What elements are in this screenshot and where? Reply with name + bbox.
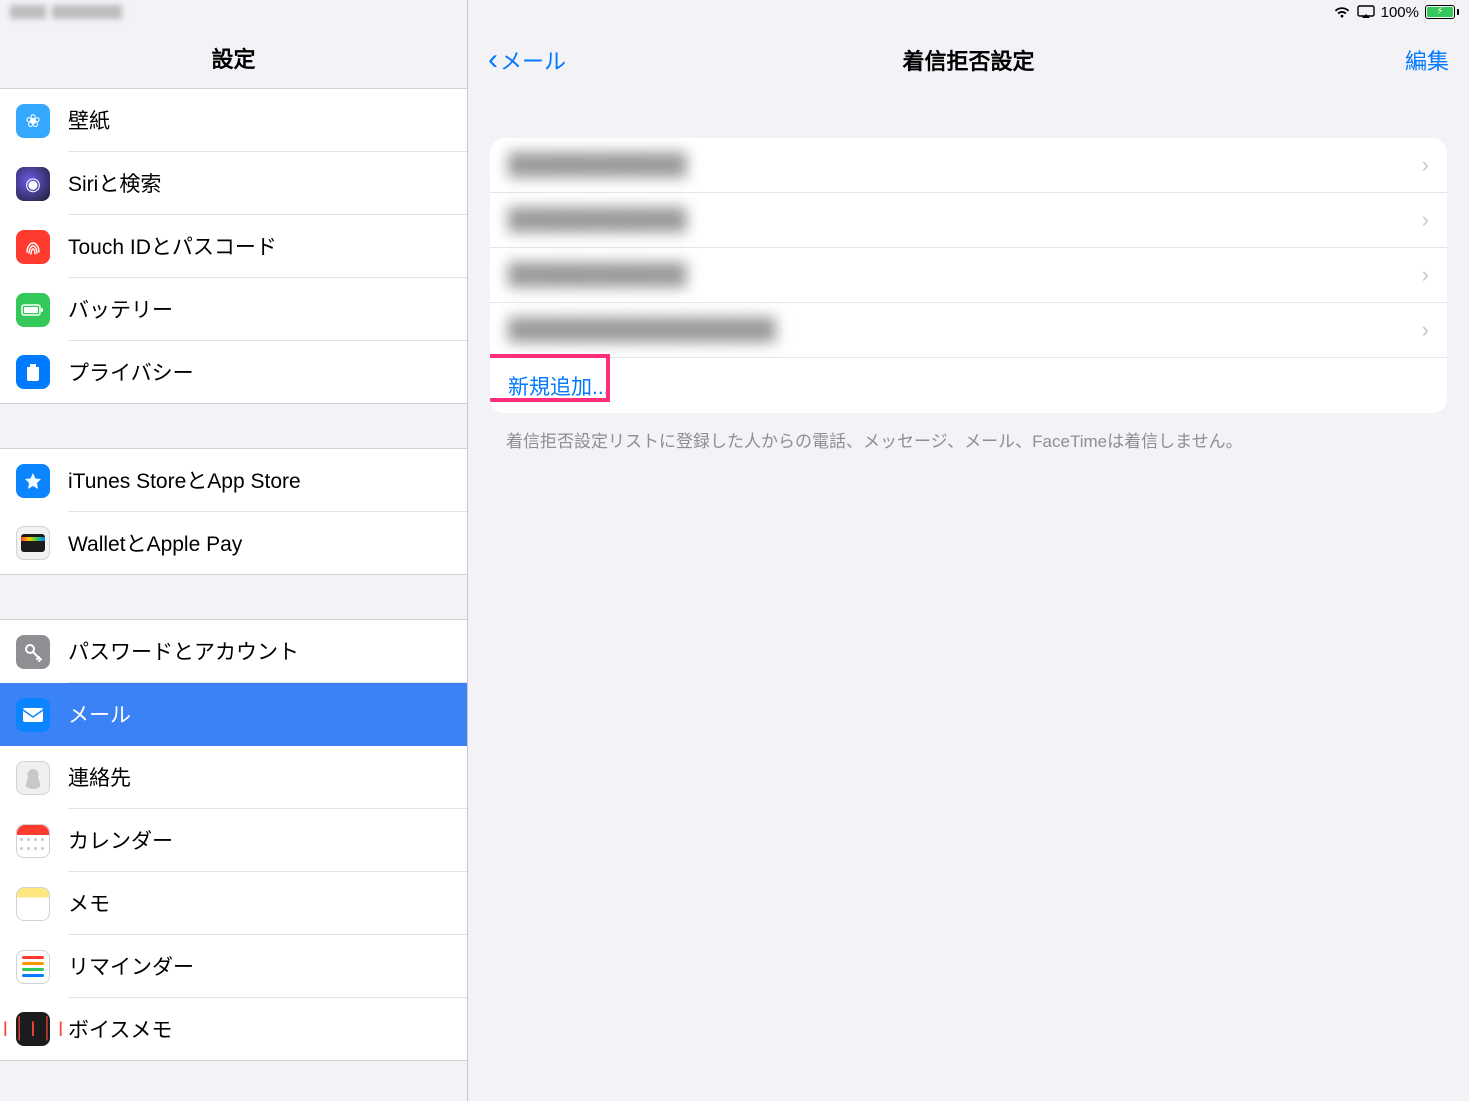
sidebar-item-mail[interactable]: メール — [0, 683, 467, 746]
sidebar-item-label: Siriと検索 — [68, 152, 467, 215]
reminders-icon — [16, 950, 50, 984]
chevron-right-icon: › — [1422, 262, 1429, 288]
sidebar-item-passwords[interactable]: パスワードとアカウント — [0, 620, 467, 683]
sidebar-item-label: メール — [68, 683, 467, 746]
contacts-icon — [16, 761, 50, 795]
sidebar-item-label: メモ — [68, 872, 467, 935]
appstore-icon — [16, 464, 50, 498]
blocked-contact-row[interactable]: ████████████ › — [490, 248, 1447, 303]
touchid-icon — [16, 230, 50, 264]
chevron-right-icon: › — [1422, 317, 1429, 343]
sidebar-item-wallet[interactable]: WalletとApple Pay — [0, 512, 467, 574]
chevron-left-icon: ‹ — [488, 45, 498, 75]
add-new-label: 新規追加... — [508, 371, 1429, 401]
status-left-blur — [10, 5, 122, 19]
sidebar-item-label: ボイスメモ — [68, 998, 467, 1060]
sidebar-item-voicememos[interactable]: ⏽⏐⏽⏐⏽ ボイスメモ — [0, 998, 467, 1060]
blocked-contact-row[interactable]: ████████████ › — [490, 193, 1447, 248]
sidebar-item-label: 連絡先 — [68, 746, 467, 809]
sidebar-item-label: リマインダー — [68, 935, 467, 998]
sidebar-item-label: パスワードとアカウント — [68, 620, 467, 683]
sidebar-item-wallpaper[interactable]: ❀ 壁紙 — [0, 89, 467, 152]
sidebar-item-contacts[interactable]: 連絡先 — [0, 746, 467, 809]
chevron-right-icon: › — [1422, 207, 1429, 233]
sidebar-item-label: プライバシー — [68, 341, 467, 403]
sidebar-group-apps: パスワードとアカウント メール 連絡先 カレンダー — [0, 619, 467, 1061]
sidebar-group-general: ❀ 壁紙 ◉ Siriと検索 Touch IDとパスコード — [0, 88, 467, 404]
sidebar-item-notes[interactable]: メモ — [0, 872, 467, 935]
sidebar-item-label: WalletとApple Pay — [68, 512, 467, 574]
sidebar-item-touchid[interactable]: Touch IDとパスコード — [0, 215, 467, 278]
sidebar-item-siri[interactable]: ◉ Siriと検索 — [0, 152, 467, 215]
sidebar-item-label: カレンダー — [68, 809, 467, 872]
chevron-right-icon: › — [1422, 152, 1429, 178]
back-button[interactable]: ‹ メール — [488, 44, 566, 76]
calendar-icon — [16, 824, 50, 858]
battery-icon: ⚡︎ — [1425, 5, 1459, 19]
detail-title: 着信拒否設定 — [468, 44, 1469, 76]
airplay-icon — [1357, 5, 1375, 19]
sidebar-item-reminders[interactable]: リマインダー — [0, 935, 467, 998]
blocked-footer-note: 着信拒否設定リストに登録した人からの電話、メッセージ、メール、FaceTimeは… — [506, 427, 1431, 452]
blocked-contact-name: ██████████████████ — [508, 318, 1422, 342]
sidebar-item-label: iTunes StoreとApp Store — [68, 449, 467, 512]
voicememo-icon: ⏽⏐⏽⏐⏽ — [16, 1012, 50, 1046]
sidebar-title: 設定 — [211, 42, 255, 74]
wifi-icon — [1333, 5, 1351, 19]
back-label: メール — [500, 44, 566, 76]
notes-icon — [16, 887, 50, 921]
privacy-icon — [16, 355, 50, 389]
blocked-contact-row[interactable]: ██████████████████ › — [490, 303, 1447, 358]
sidebar-item-appstore[interactable]: iTunes StoreとApp Store — [0, 449, 467, 512]
edit-button[interactable]: 編集 — [1405, 44, 1449, 76]
sidebar-item-label: 壁紙 — [68, 89, 467, 152]
sidebar-item-privacy[interactable]: プライバシー — [0, 341, 467, 403]
detail-pane: ‹ メール 着信拒否設定 編集 ████████████ › █████████… — [468, 0, 1469, 1101]
key-icon — [16, 635, 50, 669]
sidebar-item-label: バッテリー — [68, 278, 467, 341]
sidebar-item-calendar[interactable]: カレンダー — [0, 809, 467, 872]
add-new-contact-row[interactable]: 新規追加... — [490, 358, 1447, 413]
battery-settings-icon — [16, 293, 50, 327]
wallet-icon — [16, 526, 50, 560]
blocked-contact-name: ████████████ — [508, 208, 1422, 232]
blocked-contact-name: ████████████ — [508, 263, 1422, 287]
sidebar-group-store: iTunes StoreとApp Store WalletとApple Pay — [0, 448, 467, 575]
battery-percent: 100% — [1381, 4, 1419, 21]
status-bar: 100% ⚡︎ — [0, 0, 1469, 24]
sidebar-item-label: Touch IDとパスコード — [68, 215, 467, 278]
siri-icon: ◉ — [16, 167, 50, 201]
sidebar-item-battery[interactable]: バッテリー — [0, 278, 467, 341]
wallpaper-icon: ❀ — [16, 104, 50, 138]
blocked-list: ████████████ › ████████████ › ██████████… — [490, 138, 1447, 413]
blocked-contact-row[interactable]: ████████████ › — [490, 138, 1447, 193]
mail-icon — [16, 698, 50, 732]
blocked-contact-name: ████████████ — [508, 153, 1422, 177]
settings-sidebar: 設定 ❀ 壁紙 ◉ Siriと検索 Touch IDとパスコード — [0, 0, 468, 1101]
